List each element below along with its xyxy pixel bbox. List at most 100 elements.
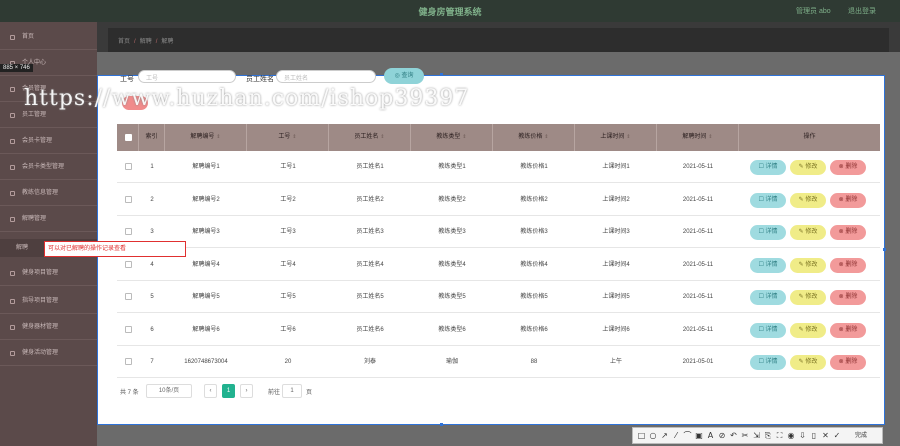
record-icon[interactable]: ◉ (787, 431, 796, 441)
prev-page-button[interactable]: ‹ (204, 384, 217, 398)
pen-tool-icon[interactable]: ⁄ (672, 431, 681, 441)
sidebar-item-coach-info[interactable]: 教练信息管理 (0, 180, 97, 206)
done-button[interactable]: 完成 (855, 431, 867, 441)
breadcrumb-home[interactable]: 首页 (118, 39, 130, 45)
search-no-input[interactable]: 工号 (138, 70, 236, 83)
selection-handle[interactable] (883, 248, 886, 251)
sidebar-item-label: 会员卡类型管理 (22, 164, 65, 170)
edit-button[interactable]: ✎ 修改 (790, 225, 826, 240)
fullscreen-icon[interactable]: ⛶ (775, 431, 784, 441)
sidebar-item-guidance-project[interactable]: 指导项目管理 (0, 288, 97, 314)
logout-link[interactable]: 退出登录 (848, 6, 876, 16)
table-row: 4 解聘编号4 工号4 员工姓名4 教练类型4 教练价格4 上课时间4 2021-05-11 ☐… (117, 248, 880, 281)
current-page-button[interactable]: 1 (222, 384, 235, 398)
sidebar-item-home[interactable]: 首页 (0, 24, 97, 50)
selection-handle[interactable] (440, 423, 443, 426)
search-name-input[interactable]: 员工姓名 (276, 70, 376, 83)
edit-button[interactable]: ✎ 修改 (790, 160, 826, 175)
detail-button[interactable]: ☐ 详情 (750, 192, 786, 208)
cell-type: 教练类型2 (438, 196, 466, 203)
edit-button[interactable]: ✎ 修改 (790, 257, 826, 273)
row-checkbox[interactable] (125, 358, 132, 365)
col-type[interactable]: 教练类型 ⇕ (411, 124, 493, 151)
sidebar-item-card-type[interactable]: 会员卡类型管理 (0, 154, 97, 180)
row-checkbox[interactable] (125, 260, 132, 268)
curve-tool-icon[interactable]: ⌒ (683, 431, 692, 441)
col-time[interactable]: 上课时间 ⇕ (575, 124, 657, 151)
col-no[interactable]: 工号 ⇕ (247, 124, 329, 151)
col-price[interactable]: 教练价格 ⇕ (493, 124, 575, 151)
next-page-button[interactable]: › (240, 384, 253, 398)
edit-button[interactable]: ✎ 修改 (790, 290, 826, 305)
row-checkbox[interactable] (125, 293, 132, 300)
page-size-select[interactable]: 10条/页 (146, 384, 192, 398)
edit-button[interactable]: ✎ 修改 (790, 355, 826, 370)
row-checkbox[interactable] (125, 195, 132, 203)
undo-icon[interactable]: ↶ (729, 431, 738, 441)
detail-button[interactable]: ☐ 详情 (750, 322, 786, 338)
cut-icon[interactable]: ✂ (741, 431, 750, 441)
equipment-icon (10, 325, 15, 330)
sidebar-item-fitness-project[interactable]: 健身项目管理 (0, 260, 97, 286)
sidebar-item-activity[interactable]: 健身活动管理 (0, 340, 97, 366)
arrow-tool-icon[interactable]: ↗ (660, 431, 669, 441)
ellipse-tool-icon[interactable]: ○ (649, 431, 658, 441)
pin-icon[interactable]: ▯ (810, 431, 819, 441)
row-checkbox[interactable] (125, 325, 132, 333)
sidebar-item-dismissal-mgmt[interactable]: 解聘管理 (0, 206, 97, 232)
detail-button[interactable]: ☐ 详情 (750, 290, 786, 305)
screenshot-size-tag: 885 × 746 (0, 64, 33, 72)
edit-button[interactable]: ✎ 修改 (790, 322, 826, 338)
col-code[interactable]: 解聘编号 ⇕ (165, 124, 247, 151)
cell-time: 上午 (609, 359, 622, 365)
selection-handle[interactable] (440, 73, 443, 76)
delete-button[interactable]: ⊗ 删除 (830, 322, 866, 338)
edit-button[interactable]: ✎ 修改 (790, 192, 826, 208)
cell-code: 解聘编号5 (192, 294, 220, 300)
col-name[interactable]: 员工姓名 ⇕ (329, 124, 411, 151)
cell-code: 解聘编号1 (192, 164, 220, 170)
row-checkbox[interactable] (125, 228, 132, 235)
staff-icon (10, 113, 15, 118)
delete-button[interactable]: ⊗ 删除 (830, 257, 866, 273)
resize-icon[interactable]: ⇲ (752, 431, 761, 441)
sidebar-item-profile[interactable]: 个人中心 (0, 50, 97, 76)
cell-date: 2021-05-11 (682, 229, 714, 235)
sort-icon: ⇕ (292, 134, 297, 140)
detail-button[interactable]: ☐ 详情 (750, 160, 786, 175)
cell-name: 员工姓名6 (356, 326, 384, 333)
breadcrumb-mid[interactable]: 解聘 (140, 39, 152, 45)
detail-button[interactable]: ☐ 详情 (750, 355, 786, 370)
table-row: 6 解聘编号6 工号6 员工姓名6 教练类型6 教练价格6 上课时间6 2021-05-11 ☐… (117, 313, 880, 346)
delete-button[interactable]: ⊗ 删除 (830, 355, 866, 370)
text-tool-icon[interactable]: A (706, 431, 715, 441)
sidebar-item-label: 健身器材管理 (22, 324, 59, 330)
cell-no: 工号3 (280, 229, 296, 235)
cell-code: 解聘编号6 (192, 326, 220, 333)
sort-icon: ⇕ (462, 134, 467, 140)
row-checkbox[interactable] (125, 163, 132, 170)
query-button[interactable]: ◎ 查询 (384, 68, 424, 84)
blur-tool-icon[interactable]: ⊘ (718, 431, 727, 441)
goto-page-input[interactable]: 1 (282, 384, 302, 398)
sidebar-item-member-card[interactable]: 会员卡管理 (0, 128, 97, 154)
delete-button[interactable]: ⊗ 删除 (830, 290, 866, 305)
activity-icon (10, 351, 15, 356)
confirm-icon[interactable]: ✓ (833, 431, 842, 441)
coach-icon (10, 191, 15, 196)
detail-button[interactable]: ☐ 详情 (750, 225, 786, 240)
mosaic-tool-icon[interactable]: ▣ (695, 431, 704, 441)
delete-button[interactable]: ⊗ 删除 (830, 192, 866, 208)
cell-type: 瑜伽 (445, 359, 458, 365)
detail-button[interactable]: ☐ 详情 (750, 257, 786, 273)
copy-icon[interactable]: ⎘ (764, 431, 773, 441)
col-date[interactable]: 解聘时间 ⇕ (657, 124, 739, 151)
download-icon[interactable]: ⇩ (798, 431, 807, 441)
delete-button[interactable]: ⊗ 删除 (830, 225, 866, 240)
sidebar-item-equipment[interactable]: 健身器材管理 (0, 314, 97, 340)
delete-button[interactable]: ⊗ 删除 (830, 160, 866, 175)
rect-tool-icon[interactable]: □ (637, 431, 646, 441)
cell-type: 教练类型3 (438, 229, 466, 235)
select-all-checkbox[interactable] (125, 134, 132, 141)
cancel-icon[interactable]: ✕ (821, 431, 830, 441)
